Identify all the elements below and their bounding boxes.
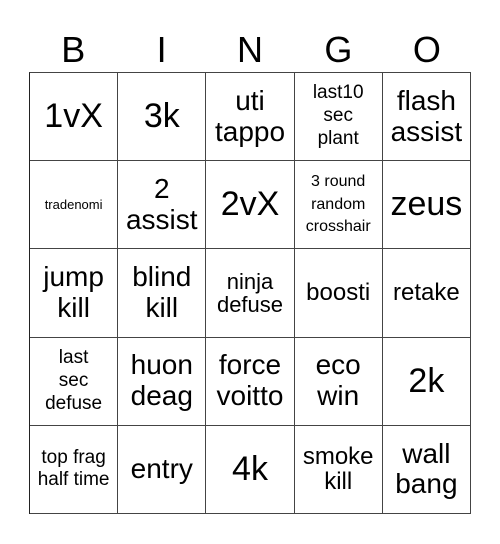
bingo-cell[interactable]: entry — [118, 425, 207, 514]
cell-label: tradenomi — [44, 196, 103, 212]
cell-label: jump kill — [43, 261, 104, 323]
header-letter-o: O — [412, 29, 441, 70]
cell-label: ninja defuse — [216, 268, 284, 317]
cell-label: wall bang — [395, 437, 458, 500]
cell-label: 4k — [232, 449, 268, 488]
bingo-cell[interactable]: 2k — [382, 337, 471, 426]
cell-label: 2 assist — [125, 172, 198, 235]
bingo-cell[interactable]: last sec defuse — [30, 337, 119, 426]
bingo-cell[interactable]: 3k — [118, 73, 207, 162]
bingo-cell[interactable]: 2vX — [206, 161, 295, 250]
bingo-cell[interactable]: blind kill — [118, 249, 207, 338]
cell-label: last10 sec plant — [312, 82, 364, 149]
bingo-cell[interactable]: tradenomi — [30, 161, 119, 250]
cell-label: uti tappo — [214, 84, 286, 147]
bingo-cell[interactable]: retake — [382, 249, 471, 338]
cell-label: force voitto — [216, 349, 284, 412]
bingo-cell[interactable]: huon deag — [118, 337, 207, 426]
cell-label: smoke kill — [302, 443, 374, 496]
header-letter-g: G — [324, 29, 353, 70]
cell-label: zeus — [390, 185, 463, 224]
header-letter-b: B — [61, 29, 86, 70]
cell-label: top frag half time — [37, 446, 110, 491]
bingo-cell[interactable]: 1vX — [30, 73, 119, 162]
bingo-cell[interactable]: 4k — [206, 425, 295, 514]
cell-label: last sec defuse — [45, 347, 103, 414]
cell-label: 2k — [408, 361, 445, 400]
bingo-cell[interactable]: 3 round random crosshair — [294, 161, 383, 250]
bingo-cell[interactable]: 2 assist — [118, 161, 207, 250]
bingo-header: B I N G O — [29, 28, 471, 72]
bingo-board: 1vX 3k uti tappo last10 sec plant flash … — [29, 72, 471, 514]
cell-label: entry — [130, 452, 193, 484]
bingo-cell[interactable]: zeus — [382, 161, 471, 250]
header-letter-n: N — [237, 29, 264, 70]
bingo-cell[interactable]: ninja defuse — [206, 249, 295, 338]
bingo-cell[interactable]: boosti — [294, 249, 383, 338]
bingo-cell[interactable]: jump kill — [30, 249, 119, 338]
cell-label: huon deag — [130, 349, 193, 412]
bingo-cell[interactable]: uti tappo — [206, 73, 295, 162]
cell-label: 3k — [143, 96, 180, 135]
cell-label: eco win — [315, 349, 361, 412]
cell-label: blind kill — [132, 261, 192, 323]
header-letter-i: I — [156, 29, 167, 70]
bingo-cell[interactable]: smoke kill — [294, 425, 383, 514]
cell-label: 2vX — [220, 185, 280, 224]
cell-label: 3 round random crosshair — [305, 173, 371, 235]
bingo-cell[interactable]: top frag half time — [30, 425, 119, 514]
bingo-cell[interactable]: wall bang — [382, 425, 471, 514]
bingo-cell[interactable]: last10 sec plant — [294, 73, 383, 162]
cell-label: retake — [393, 279, 460, 307]
bingo-cell[interactable]: flash assist — [382, 73, 471, 162]
bingo-cell[interactable]: force voitto — [206, 337, 295, 426]
cell-label: flash assist — [390, 84, 463, 147]
cell-label: boosti — [306, 279, 371, 307]
bingo-cell[interactable]: eco win — [294, 337, 383, 426]
cell-label: 1vX — [44, 96, 103, 135]
